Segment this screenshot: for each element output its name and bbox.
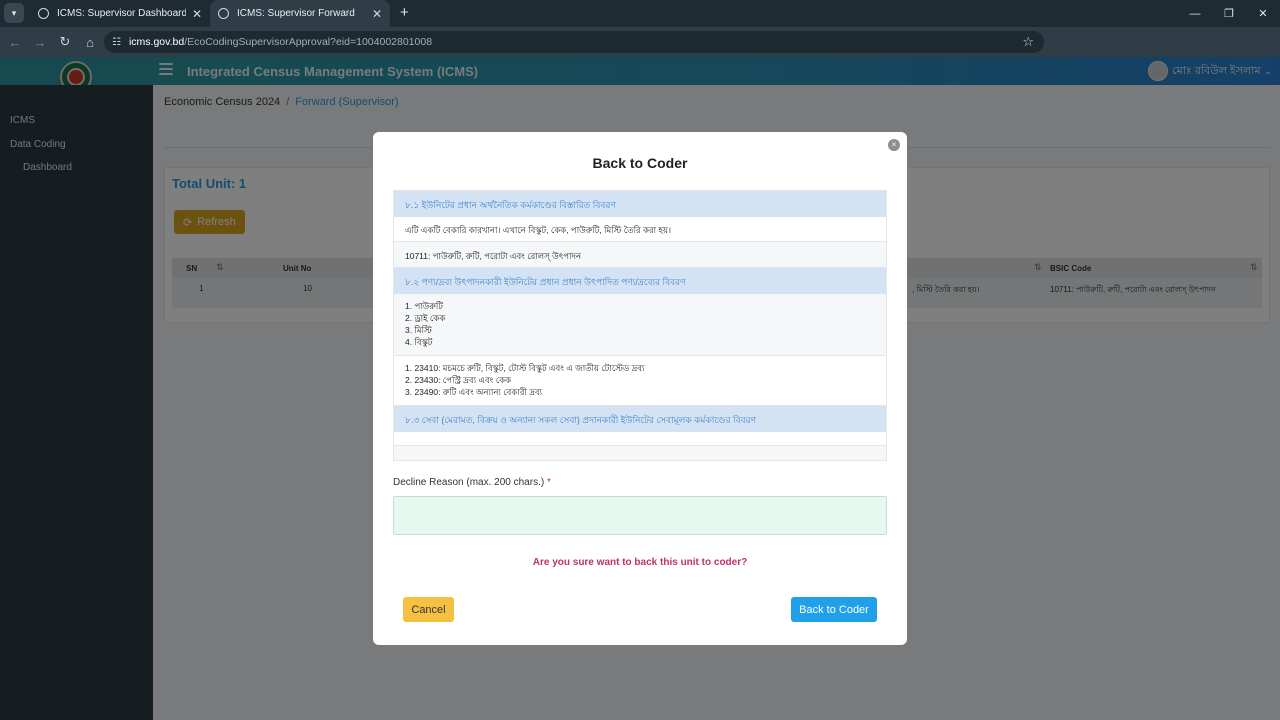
restore-icon[interactable]: ❐ (1212, 0, 1246, 27)
list-item: 3. মিস্টি (405, 325, 432, 335)
tab-title: ICMS: Supervisor Forward (237, 8, 355, 19)
minimize-icon[interactable]: — (1178, 0, 1212, 27)
list-item: 2. 23430: পেস্ট্রি দ্রব্য এবং কেক (405, 375, 512, 385)
section-heading: ৮.২ পণ্য/দ্রব্য উৎপাদনকারী ইউনিটের প্রধা… (394, 268, 886, 294)
back-arrow-icon[interactable]: ← (3, 30, 27, 54)
close-icon[interactable]: ✕ (372, 7, 382, 21)
url-host: icms.gov.bd (128, 36, 185, 48)
browser-tab-bar: ▾ ICMS: Supervisor Dashboard ✕ ICMS: Sup… (0, 0, 1280, 27)
section-heading: ৮.১ ইউনিটের প্রধান অর্থনৈতিক কর্মকাণ্ডের… (394, 191, 886, 217)
detail-text: এটি একটি বেকারি কারখানা। এখানে বিস্কুট, … (405, 225, 671, 235)
globe-icon (38, 8, 49, 19)
detail-row: 10711: পাউরুটি, রুটি, পরোটা এবং রোলস্ উৎ… (394, 242, 886, 268)
address-bar: ← → ↻ ⌂ ☷ icms.gov.bd /EcoCodingSupervis… (0, 27, 1280, 57)
list-item: 4. বিস্কুট (405, 337, 433, 347)
back-to-coder-dialog: × Back to Coder ৮.১ ইউনিটের প্রধান অর্থন… (373, 132, 907, 645)
confirm-question: Are you sure want to back this unit to c… (532, 557, 748, 568)
detail-row: এটি একটি বেকারি কারখানা। এখানে বিস্কুট, … (394, 217, 886, 242)
list-item: 1. পাউরুটি (405, 301, 443, 311)
forward-arrow-icon[interactable]: → (28, 30, 52, 54)
home-icon[interactable]: ⌂ (78, 30, 102, 54)
dialog-title: Back to Coder (592, 155, 688, 171)
back-to-coder-button[interactable]: Back to Coder (791, 597, 877, 622)
detail-row (394, 432, 886, 446)
close-icon[interactable]: × (888, 139, 900, 151)
detail-text: 10711: পাউরুটি, রুটি, পরোটা এবং রোলস্ উৎ… (405, 251, 582, 261)
decline-reason-label: Decline Reason (max. 200 chars.) * (393, 477, 551, 488)
tab-supervisor-forward[interactable]: ICMS: Supervisor Forward ✕ (210, 0, 390, 27)
section-heading: ৮.৩ সেবা (মেরামত, বিক্রয় ও অন্যান্য সকল… (394, 406, 886, 432)
url-path: /EcoCodingSupervisorApproval?eid=1004002… (184, 36, 433, 48)
detail-row: 1. পাউরুটি 2. ড্রাই কেক 3. মিস্টি 4. বিস… (394, 294, 886, 356)
reload-icon[interactable]: ↻ (53, 30, 77, 54)
unit-detail-panel: ৮.১ ইউনিটের প্রধান অর্থনৈতিক কর্মকাণ্ডের… (393, 190, 887, 461)
list-item: 1. 23410: মচমচে রুটি, বিস্কুট, টোস্ট বিস… (405, 363, 645, 373)
tab-search-icon[interactable]: ▾ (4, 3, 24, 23)
close-icon[interactable]: ✕ (192, 7, 202, 21)
globe-icon (218, 8, 229, 19)
detail-row: 1. 23410: মচমচে রুটি, বিস্কুট, টোস্ট বিস… (394, 356, 886, 406)
url-field[interactable]: ☷ icms.gov.bd /EcoCodingSupervisorApprov… (104, 31, 1044, 53)
new-tab-icon[interactable]: + (400, 3, 409, 23)
window-controls: — ❐ ✕ (1178, 0, 1280, 27)
bookmark-star-icon[interactable]: ☆ (1022, 34, 1034, 50)
tab-supervisor-dashboard[interactable]: ICMS: Supervisor Dashboard ✕ (30, 0, 210, 27)
close-window-icon[interactable]: ✕ (1246, 0, 1280, 27)
cancel-button[interactable]: Cancel (403, 597, 454, 622)
decline-reason-input[interactable] (393, 496, 887, 535)
tab-title: ICMS: Supervisor Dashboard (57, 8, 186, 19)
required-mark: * (546, 477, 551, 488)
list-item: 3. 23490: রুটি এবং অন্যান্য বেকারী দ্রব্… (405, 387, 543, 397)
list-item: 2. ড্রাই কেক (405, 313, 446, 323)
site-info-icon[interactable]: ☷ (112, 37, 121, 48)
